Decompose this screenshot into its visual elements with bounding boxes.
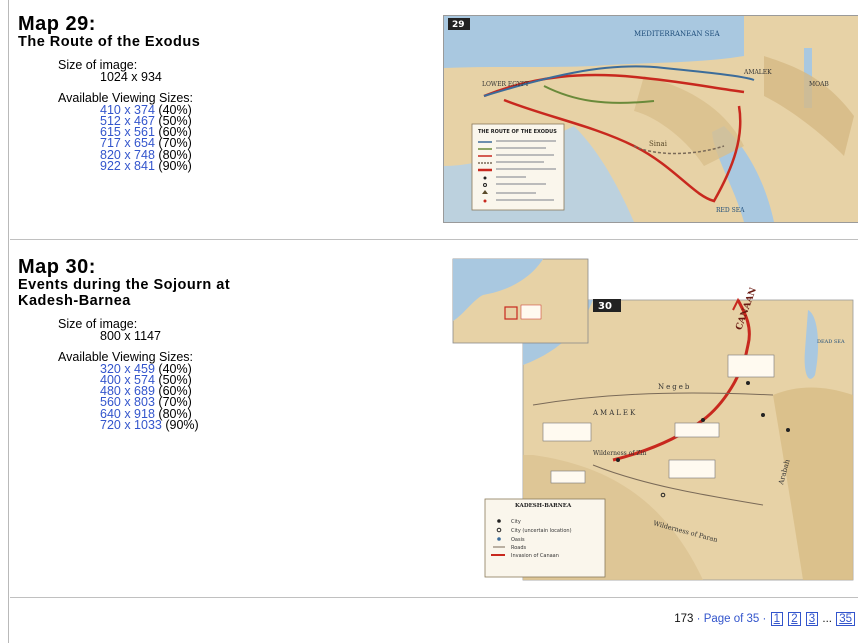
viewing-size-pct: (90%) <box>158 158 192 173</box>
viewing-sizes-list: 410 x 374 (40%) 512 x 467 (50%) 615 x 56… <box>100 103 200 173</box>
map-30-subtitle-line1: Events during the Sojourn at <box>18 277 231 293</box>
item-count: 173 <box>674 613 694 625</box>
separator-dot: · <box>696 613 701 625</box>
pager-ellipsis: ... <box>822 613 832 625</box>
viewing-size-row: 720 x 1033 (90%) <box>100 417 230 432</box>
page-link-1[interactable]: 1 <box>770 612 783 626</box>
legend-item-invasion: Invasion of Canaan <box>511 553 559 559</box>
map-29-badge: 29 <box>452 20 465 30</box>
size-of-image-value: 800 x 1147 <box>100 328 161 343</box>
legend-item-oasis: Oasis <box>511 537 525 543</box>
map-29-subtitle: The Route of the Exodus <box>18 34 201 50</box>
section-divider <box>10 239 858 240</box>
map-29-info: Size of image: 1024 x 934 Available View… <box>58 59 200 173</box>
map-label-sea: MEDITERRANEAN SEA <box>634 30 721 38</box>
viewing-size-link[interactable]: 922 x 841 <box>100 159 155 173</box>
map-label-negeb: Negeb <box>658 383 691 391</box>
map-29-thumbnail[interactable]: MEDITERRANEAN SEA LOWER EGYPT AMALEK MOA… <box>443 15 858 223</box>
viewing-sizes-list: 320 x 459 (40%) 400 x 574 (50%) 480 x 68… <box>100 362 230 432</box>
map-29-title: Map 29: <box>18 13 96 35</box>
section-divider <box>10 597 858 598</box>
map-29-section: Map 29: The Route of the Exodus Size of … <box>18 14 200 172</box>
map-label-amalek-30: AMALEK <box>592 409 637 417</box>
map-30-badge: 30 <box>598 301 612 312</box>
page-of-label: Page of 35 <box>703 613 760 625</box>
map-29-image: MEDITERRANEAN SEA LOWER EGYPT AMALEK MOA… <box>444 16 858 222</box>
separator-dot: · <box>762 613 767 625</box>
map-label-dead-sea: DEAD SEA <box>817 339 845 345</box>
viewing-size-pct: (90%) <box>165 417 199 432</box>
page-link-last[interactable]: 35 <box>836 612 855 626</box>
legend-item-roads: Roads <box>511 545 527 551</box>
map-30-section: Map 30: Events during the Sojourn at Kad… <box>18 257 230 431</box>
map-30-image: CANAAN Negeb AMALEK Wilderness of Zin Wi… <box>443 255 857 581</box>
legend-item-city-uncertain: City (uncertain location) <box>511 528 572 534</box>
map-label-zin: Wilderness of Zin <box>593 450 646 457</box>
size-of-image-value: 1024 x 934 <box>100 69 162 84</box>
page-link-2[interactable]: 2 <box>788 612 801 626</box>
viewing-size-link[interactable]: 720 x 1033 <box>100 418 162 432</box>
pagination: 173 · Page of 35 · 1 2 3 ... 35 <box>674 612 856 626</box>
map-30-subtitle-line2: Kadesh-Barnea <box>18 293 131 309</box>
map-label-red-sea: RED SEA <box>716 207 745 214</box>
map-30-legend-title: KADESH-BARNEA <box>515 503 572 509</box>
legend-item-city: City <box>511 519 521 525</box>
page-frame-border <box>8 0 9 643</box>
map-label-amalek: AMALEK <box>743 69 772 76</box>
map-30-title: Map 30: <box>18 256 96 278</box>
map-30-thumbnail[interactable]: CANAAN Negeb AMALEK Wilderness of Zin Wi… <box>443 255 857 581</box>
page-link-3[interactable]: 3 <box>805 612 819 626</box>
map-label-moab: MOAB <box>809 81 829 88</box>
map-label-sinai: Sinai <box>649 140 668 148</box>
map-29-legend-title: THE ROUTE OF THE EXODUS <box>478 129 557 135</box>
viewing-size-row: 922 x 841 (90%) <box>100 158 200 173</box>
map-30-info: Size of image: 800 x 1147 Available View… <box>58 318 230 432</box>
map-label-lower-egypt: LOWER EGYPT <box>482 81 529 88</box>
